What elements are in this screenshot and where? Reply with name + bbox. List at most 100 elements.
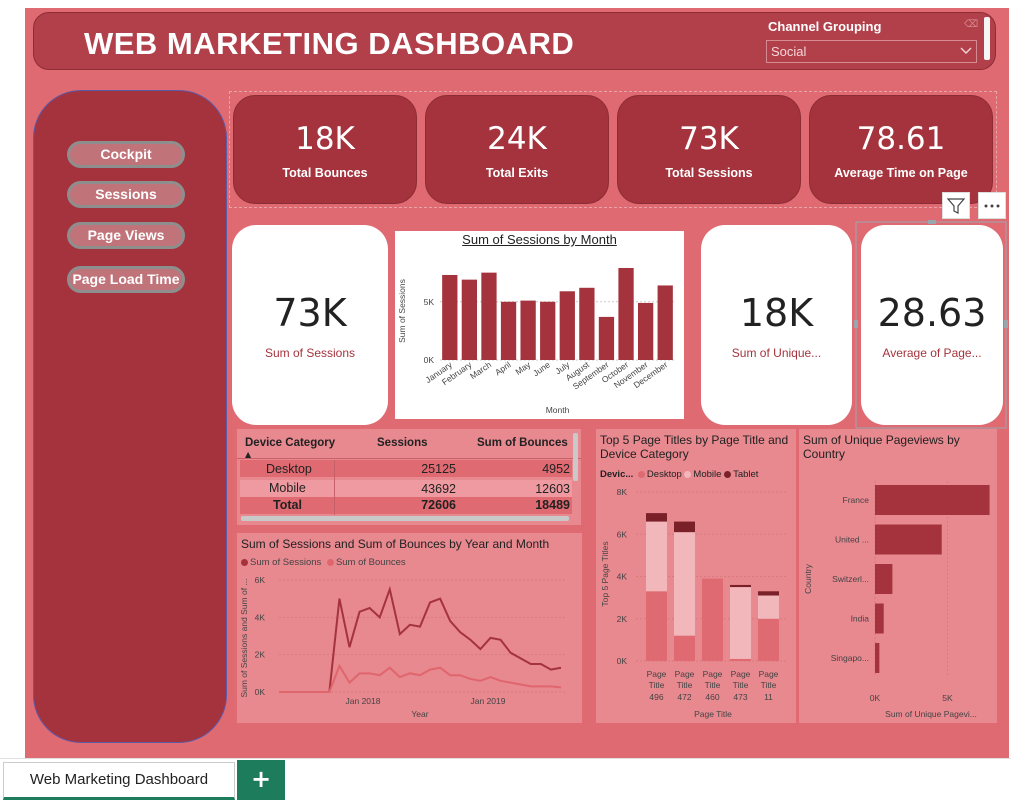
slicer-scrollbar[interactable] xyxy=(984,17,990,60)
y-tick-label: 4K xyxy=(255,612,266,622)
nav-button-page-views[interactable]: Page Views xyxy=(67,222,185,249)
series-line xyxy=(279,663,562,693)
table-header-sessions[interactable]: Sessions xyxy=(377,437,428,449)
nav-button-cockpit[interactable]: Cockpit xyxy=(67,141,185,168)
x-tick-label: May xyxy=(513,359,533,377)
x-tick-label: Title xyxy=(705,680,721,690)
y-axis-label: Top 5 Page Titles xyxy=(600,541,610,606)
x-tick-label: April xyxy=(493,359,513,377)
x-tick-label: 11 xyxy=(764,692,773,702)
stacked-bar-segment xyxy=(758,618,779,661)
kpi-value: 18K xyxy=(295,121,355,157)
x-tick-label: Page xyxy=(647,669,667,679)
kpi-value: 73K xyxy=(679,121,739,157)
selection-frame xyxy=(854,220,1008,429)
card-sum-of-unique[interactable]: 18K Sum of Unique... xyxy=(701,225,852,425)
card-label: Sum of Sessions xyxy=(264,346,356,360)
x-tick-label: Jan 2018 xyxy=(346,696,381,706)
bar xyxy=(520,300,536,360)
page-title: WEB MARKETING DASHBOARD xyxy=(84,26,575,61)
series-line xyxy=(279,585,562,693)
bar xyxy=(598,316,615,360)
country-chart-svg: 0K 5K France United ... Switzerl... India Sing… xyxy=(803,481,990,719)
bar xyxy=(618,267,634,360)
bar xyxy=(875,524,942,555)
kpi-value: 78.61 xyxy=(856,121,946,157)
y-tick-label: 5K xyxy=(424,297,435,307)
table-horizontal-scrollbar[interactable] xyxy=(241,516,569,521)
bar xyxy=(540,301,556,360)
more-options-button[interactable] xyxy=(978,192,1006,219)
x-tick-label: Page xyxy=(675,669,695,679)
y-tick-label: 4K xyxy=(617,572,628,582)
y-tick-label: 2K xyxy=(617,614,628,624)
x-axis-label: Year xyxy=(411,709,428,719)
x-tick-label: Title xyxy=(761,680,777,690)
eraser-icon[interactable]: ⌫ xyxy=(964,19,978,30)
dropdown-value: Social xyxy=(771,44,807,59)
x-tick-label: 0K xyxy=(870,693,881,703)
sessions-bounces-line-chart[interactable]: Sum of Sessions and Sum of Bounces by Ye… xyxy=(237,533,582,723)
cell-sessions: 43692 xyxy=(421,482,456,496)
stacked-bar-segment xyxy=(758,595,779,619)
y-tick-label: 0K xyxy=(255,687,266,697)
chevron-down-icon xyxy=(960,47,972,54)
nav-button-page-load-time[interactable]: Page Load Time xyxy=(67,266,185,293)
filter-button[interactable] xyxy=(942,192,970,219)
stacked-bar-segment xyxy=(730,658,751,661)
kpi-label: Total Bounces xyxy=(282,166,368,180)
add-page-button[interactable]: + xyxy=(237,760,285,800)
x-tick-label: Page xyxy=(731,669,751,679)
sort-arrow-icon[interactable]: ▲ xyxy=(245,450,251,459)
bar xyxy=(875,564,893,594)
x-axis-label: Month xyxy=(546,405,570,415)
kpi-label: Average Time on Page xyxy=(834,166,968,180)
month-chart-svg: 0K5KJanuaryFebruaryMarch April MayJune July… xyxy=(397,267,675,415)
x-tick-label: Page xyxy=(759,669,779,679)
y-tick-label: 0K xyxy=(617,656,628,666)
card-sum-of-sessions[interactable]: 73K Sum of Sessions xyxy=(232,225,388,425)
channel-grouping-dropdown[interactable]: Social xyxy=(766,40,977,63)
visual-toolbar xyxy=(942,192,1006,220)
bar xyxy=(461,279,478,360)
stacked-bar-segment xyxy=(674,532,695,636)
top5-page-titles-chart[interactable]: Top 5 Page Titles by Page Title and Devi… xyxy=(596,429,796,723)
line-chart-svg: 0K 2K 4K 6K Jan 2018 Jan 2019 Year Sum of Sessi… xyxy=(239,575,567,719)
x-tick-label: Jan 2019 xyxy=(471,696,506,706)
bar xyxy=(657,285,673,360)
y-tick-label: 6K xyxy=(617,529,628,539)
kpi-card-avg-time[interactable]: 78.61 Average Time on Page xyxy=(809,95,993,204)
y-tick-label: India xyxy=(851,614,870,624)
stacked-bar-segment xyxy=(674,521,695,533)
x-axis-label: Sum of Unique Pagevi... xyxy=(885,709,977,719)
card-value: 18K xyxy=(739,291,814,335)
cell-device: Mobile xyxy=(269,481,306,495)
bar xyxy=(875,603,884,634)
kpi-card-sessions[interactable]: 73K Total Sessions xyxy=(617,95,801,204)
card-label: Sum of Unique... xyxy=(731,346,822,360)
cell-bounces: 4952 xyxy=(542,462,570,476)
stacked-chart-svg: 0K2K4K6K8KPageTitle496PageTitle472PageTi… xyxy=(600,487,786,719)
x-axis-label: Page Title xyxy=(694,709,732,719)
unique-pageviews-by-country-chart[interactable]: Sum of Unique Pageviews by Country 0K 5K F… xyxy=(799,429,997,723)
x-tick-label: Title xyxy=(649,680,665,690)
table-header-bounces[interactable]: Sum of Bounces xyxy=(477,437,568,449)
bar xyxy=(875,643,880,673)
y-tick-label: 6K xyxy=(255,575,266,585)
bar xyxy=(637,302,654,360)
kpi-card-exits[interactable]: 24K Total Exits xyxy=(425,95,609,204)
nav-button-sessions[interactable]: Sessions xyxy=(67,181,185,208)
bar xyxy=(875,485,990,515)
tab-web-marketing-dashboard[interactable]: Web Marketing Dashboard xyxy=(3,762,235,800)
bar xyxy=(481,272,497,360)
stacked-bar-segment xyxy=(674,635,695,661)
x-tick-label: 5K xyxy=(942,693,953,703)
table-header-device[interactable]: Device Category xyxy=(245,437,335,449)
sessions-by-month-chart[interactable]: Sum of Sessions by Month 0K 5K January Febr… xyxy=(395,231,684,419)
y-axis-label: Sum of Sessions and Sum of ... xyxy=(239,578,249,697)
table-vertical-scrollbar[interactable] xyxy=(573,433,578,481)
kpi-card-bounces[interactable]: 18K Total Bounces xyxy=(233,95,417,204)
y-tick-label: Singapo... xyxy=(831,653,869,663)
cell-bounces: 12603 xyxy=(535,482,570,496)
kpi-value: 24K xyxy=(487,121,547,157)
